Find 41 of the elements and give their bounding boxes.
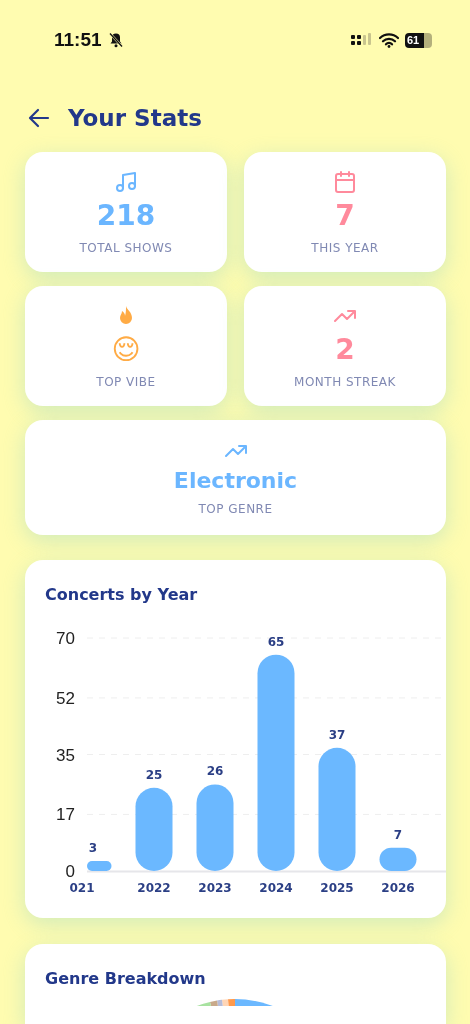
stat-label: TOTAL SHOWS xyxy=(79,240,173,255)
axis-category-label: 021 xyxy=(69,881,95,895)
stat-value: 218 xyxy=(96,197,156,233)
wifi-icon xyxy=(379,32,399,48)
cellular-signal-icon xyxy=(351,33,373,47)
bell-slash-icon xyxy=(107,32,124,48)
bar-value-label: 25 xyxy=(145,767,163,782)
axis-tick-label: 17 xyxy=(56,805,75,825)
axis-category-label: 2026 xyxy=(381,881,415,895)
bar-value-label: 7 xyxy=(393,827,403,842)
axis-category-label: 2024 xyxy=(259,881,293,895)
battery-indicator: 61 xyxy=(405,32,432,48)
back-arrow-icon xyxy=(28,107,50,129)
back-button[interactable] xyxy=(28,107,50,129)
axis-tick-label: 0 xyxy=(65,862,75,881)
stat-label: TOP GENRE xyxy=(198,502,273,517)
stat-label: TOP VIBE xyxy=(96,374,156,389)
bar-value-label: 65 xyxy=(267,634,285,649)
axis-tick-label: 35 xyxy=(56,745,75,765)
stat-value: 7 xyxy=(335,197,355,233)
stat-value: 2 xyxy=(335,331,355,367)
stat-value: Electronic xyxy=(173,466,298,495)
section-title: Genre Breakdown xyxy=(44,968,207,990)
music-note-icon xyxy=(114,169,138,194)
axis-category-label: 2022 xyxy=(137,881,171,895)
bar-value-label: 37 xyxy=(328,727,346,742)
bar xyxy=(379,847,417,871)
stat-label: THIS YEAR xyxy=(311,240,379,255)
axis-tick-label: 52 xyxy=(56,688,75,708)
axis-category-label: 2023 xyxy=(198,881,232,895)
page-title: Your Stats xyxy=(68,105,202,131)
axis-tick-label: 70 xyxy=(56,629,75,648)
axis-category-label: 2025 xyxy=(320,881,354,895)
bar xyxy=(87,861,112,871)
bar-value-label: 3 xyxy=(88,841,98,855)
stat-value: 😌 xyxy=(111,331,141,367)
clock-time: 11:51 xyxy=(54,29,102,51)
chart-title: Concerts by Year xyxy=(44,584,199,606)
stat-label: MONTH STREAK xyxy=(294,374,396,389)
bar-value-label: 26 xyxy=(206,764,224,779)
calendar-icon xyxy=(333,169,357,194)
